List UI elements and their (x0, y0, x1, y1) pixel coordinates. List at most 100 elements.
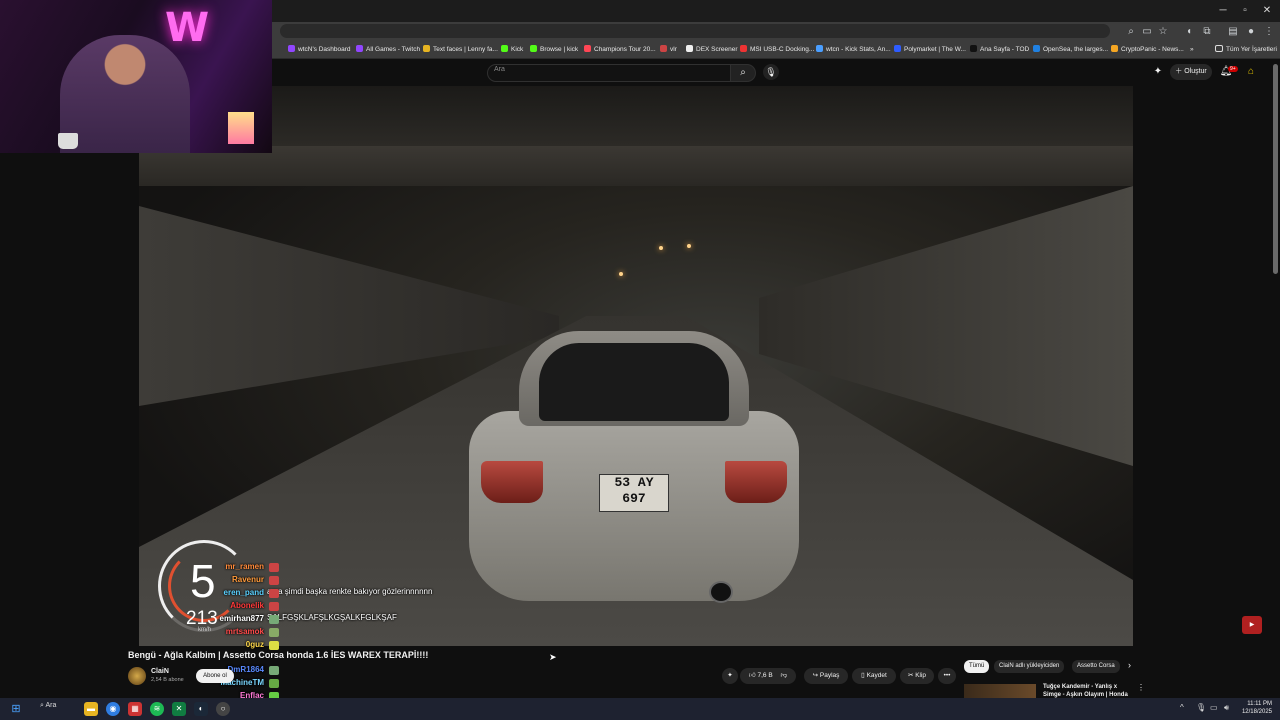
neon-logo: W (165, 5, 210, 51)
folder-icon (1215, 45, 1223, 52)
clip-button[interactable]: ✂ Klip (900, 668, 934, 684)
bookmark-item[interactable]: All Games - Twitch (356, 44, 420, 56)
bookmark-favicon-icon (970, 45, 977, 52)
save-label: Kaydet (866, 672, 887, 679)
extension-icon[interactable]: ◖ (1182, 25, 1196, 39)
share-button[interactable]: ↪ Paylaş (804, 668, 848, 684)
bookmark-item[interactable]: wtcN's Dashboard (288, 44, 351, 56)
minimize-button[interactable]: ─ (1212, 3, 1234, 19)
voice-search-button[interactable]: 🎙︎ (763, 64, 779, 80)
streamer (60, 35, 190, 153)
dislike-button[interactable]: 👎︎ (781, 672, 788, 679)
bookmark-favicon-icon (740, 45, 747, 52)
channel-name[interactable]: ClaiN (151, 668, 169, 675)
close-button[interactable]: ✕ (1256, 3, 1278, 19)
like-dislike-group: 👍︎ 7,6 B 👎︎ (740, 668, 796, 684)
sparkle-icon: ✦ (727, 672, 733, 679)
spotify-icon[interactable]: ≋ (150, 702, 164, 716)
maximize-button[interactable]: ▫ (1234, 3, 1256, 19)
all-bookmarks-button[interactable]: Tüm Yer İşaretleri (1215, 44, 1277, 56)
chat-emote-icon (269, 563, 279, 572)
miniplayer-logo[interactable]: ▶ (1242, 616, 1262, 634)
chat-username: mr_ramen (225, 562, 264, 571)
recommendation-thumbnail[interactable] (964, 684, 1036, 698)
bookmark-item[interactable]: wtcn - Kick Stats, An... (816, 44, 891, 56)
video-title: Bengü - Ağla Kalbim | Assetto Corsa hond… (128, 650, 429, 660)
puzzle-icon[interactable]: ⧉ (1200, 25, 1214, 39)
mug (58, 133, 78, 149)
chip-from-uploader[interactable]: ClaiN adlı yükleyiciden (994, 660, 1065, 673)
bookmark-item[interactable]: DEX Screener (686, 44, 738, 56)
bookmark-item[interactable]: Champions Tour 20... (584, 44, 656, 56)
street-light (619, 272, 623, 276)
chip-assetto-corsa[interactable]: Assetto Corsa (1072, 660, 1120, 673)
recommendation-title[interactable]: Tuğçe Kandemir - Yanlış x Simge - Aşkın … (1043, 683, 1133, 699)
ai-ask-button[interactable]: ✦ (722, 668, 738, 684)
save-button[interactable]: ▯ Kaydet (852, 668, 896, 684)
tray-chevron-icon[interactable]: ^ (1180, 703, 1184, 712)
bookmark-label: Polymarket | The W... (904, 46, 966, 53)
account-avatar[interactable]: ⌂ (1243, 64, 1259, 80)
studio-icon[interactable]: ✦ (1150, 64, 1166, 80)
exhaust-pipe (709, 581, 733, 603)
tail-light-right (725, 461, 787, 503)
car: 53 AY 697 (469, 331, 799, 603)
search-icon: ⌕ (740, 67, 746, 78)
bookmark-item[interactable]: Text faces | Lenny fa... (423, 44, 498, 56)
bookmark-item[interactable]: Ana Sayfa - TOD (970, 44, 1029, 56)
bookmark-label: vlr (670, 46, 677, 53)
windows-start-icon[interactable]: ⊞ (9, 702, 23, 716)
app-icon[interactable]: ▦ (128, 702, 142, 716)
profile-avatar[interactable]: ● (1244, 25, 1258, 39)
app2-icon[interactable]: ○ (216, 702, 230, 716)
chat-emote-icon (269, 576, 279, 585)
page-scrollbar[interactable] (1273, 64, 1278, 274)
address-bar[interactable] (280, 24, 1110, 38)
star-icon[interactable]: ☆ (1156, 25, 1170, 39)
taskbar-search[interactable]: ⌕ Ara (40, 702, 56, 710)
bookmark-item[interactable]: MSI USB-C Docking... (740, 44, 814, 56)
plate-line-2: 697 (622, 491, 646, 506)
bookmark-label: DEX Screener (696, 46, 738, 53)
chip-all[interactable]: Tümü (964, 660, 990, 673)
steam-icon[interactable]: ◐ (194, 702, 208, 716)
subscribe-button[interactable]: Abone ol (196, 669, 234, 683)
plate-line-1: 53 AY (614, 475, 654, 490)
like-button[interactable]: 👍︎ 7,6 B (749, 672, 773, 679)
network-icon[interactable]: ▭ (1210, 703, 1218, 712)
chevron-right-icon[interactable]: › (1128, 660, 1131, 670)
video-player[interactable]: 53 AY 697 (139, 86, 1133, 646)
file-explorer-icon[interactable]: ▬ (84, 702, 98, 716)
search-input[interactable] (487, 64, 732, 82)
bookmark-item[interactable]: Browse | kick (530, 44, 578, 56)
monitor (228, 112, 254, 144)
excel-icon[interactable]: ✕ (172, 702, 186, 716)
zoom-icon[interactable]: ⌕ (1124, 25, 1138, 39)
bookmark-item[interactable]: vlr (660, 44, 677, 56)
more-actions-button[interactable]: ••• (938, 668, 956, 684)
chat-emote-icon (269, 666, 279, 675)
chat-username: mrtsamok (225, 627, 264, 636)
bookmark-item[interactable]: CryptoPanic - News... (1111, 44, 1184, 56)
bookmark-favicon-icon (530, 45, 537, 52)
bookmark-label: Text faces | Lenny fa... (433, 46, 498, 53)
volume-icon[interactable]: 🔊︎ (1224, 703, 1229, 713)
bookmark-item[interactable]: Kick (501, 44, 523, 56)
taskbar-clock[interactable]: 11:11 PM 12/18/2025 (1238, 700, 1272, 716)
chat-username: eren_pand (223, 588, 264, 597)
create-button[interactable]: ＋ Oluştur (1170, 64, 1212, 80)
bookmark-favicon-icon (356, 45, 363, 52)
sidepanel-icon[interactable]: ▤ (1226, 25, 1240, 39)
chat-username: emirhan877 (219, 614, 264, 623)
mic-tray-icon[interactable]: 🎙︎ (1196, 703, 1206, 712)
license-plate: 53 AY 697 (599, 474, 669, 512)
bookmark-item[interactable]: Polymarket | The W... (894, 44, 966, 56)
more-bookmarks-button[interactable]: » (1190, 44, 1194, 56)
search-button[interactable]: ⌕ (730, 64, 756, 82)
recommendation-menu-icon[interactable]: ⋮ (1137, 683, 1145, 692)
channel-avatar[interactable] (128, 667, 146, 685)
chrome-icon[interactable]: ◉ (106, 702, 120, 716)
bookmark-item[interactable]: OpenSea, the larges... (1033, 44, 1108, 56)
install-icon[interactable]: ▭ (1140, 25, 1154, 39)
menu-icon[interactable]: ⋮ (1262, 25, 1276, 39)
